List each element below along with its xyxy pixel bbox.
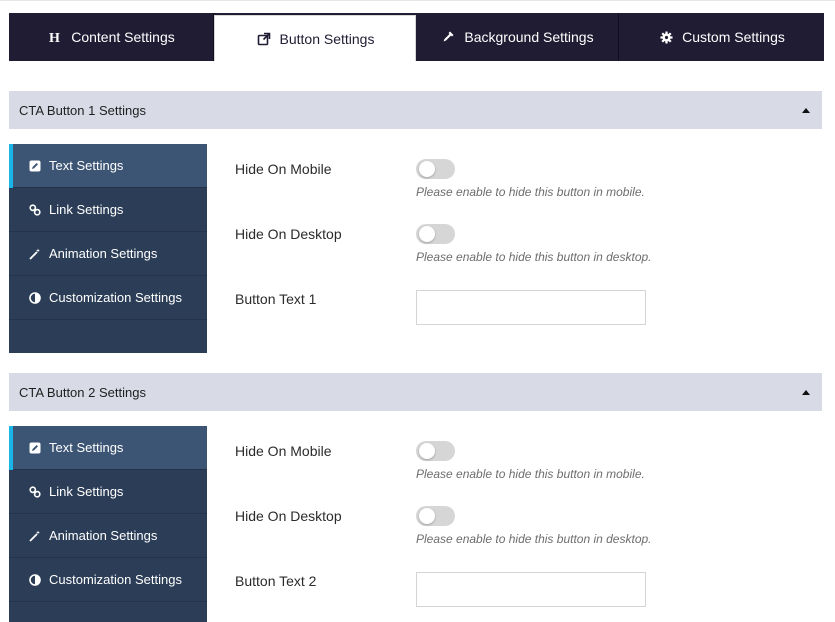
collapse-caret-icon[interactable] [802,107,810,113]
hide-on-desktop-label: Hide On Desktop [235,226,342,242]
tab-label: Content Settings [71,29,175,45]
magic-wand-icon [29,530,41,542]
sidenav-item-label: Link Settings [49,202,124,217]
heading-icon: H [47,29,63,45]
sidenav-filler [9,320,207,353]
hide-on-mobile-label: Hide On Mobile [235,443,332,459]
sidenav-item-animation-settings[interactable]: Animation Settings [9,232,207,276]
top-divider [0,0,835,4]
sidenav: Text Settings Link Settings Animation Se… [9,144,207,353]
section-title: CTA Button 2 Settings [19,384,146,400]
toggle-knob [419,443,435,459]
sidenav-item-label: Animation Settings [49,528,158,543]
sidenav-item-text-settings[interactable]: Text Settings [9,426,207,470]
cta-button-2-panel: Text Settings Link Settings Animation Se… [9,426,822,622]
cta-button-2-header[interactable]: CTA Button 2 Settings [9,373,822,411]
button-text-label: Button Text 1 [235,291,317,307]
hide-on-desktop-hint: Please enable to hide this button in des… [416,250,652,264]
tab-content-settings[interactable]: H Content Settings [9,13,214,61]
sidenav-item-label: Animation Settings [49,246,158,261]
tab-background-settings[interactable]: Background Settings [416,13,619,61]
sidenav-item-label: Text Settings [49,158,124,173]
hide-on-mobile-label: Hide On Mobile [235,161,332,177]
tab-label: Background Settings [464,29,594,45]
button-text-input[interactable] [416,290,646,325]
hide-on-mobile-toggle[interactable] [416,441,455,461]
sidenav-item-animation-settings[interactable]: Animation Settings [9,514,207,558]
contrast-icon [29,291,41,304]
sidenav: Text Settings Link Settings Animation Se… [9,426,207,622]
link-icon [29,485,41,498]
section-title: CTA Button 1 Settings [19,102,146,118]
sidenav-item-customization-settings[interactable]: Customization Settings [9,558,207,602]
toggle-knob [419,226,435,242]
hide-on-mobile-hint: Please enable to hide this button in mob… [416,185,645,199]
external-link-icon [256,31,272,47]
button-text-label: Button Text 2 [235,573,317,589]
hide-on-desktop-toggle[interactable] [416,506,455,526]
edit-icon [29,442,41,454]
sidenav-item-text-settings[interactable]: Text Settings [9,144,207,188]
cta-button-1-panel: Text Settings Link Settings Animation Se… [9,144,822,353]
sidenav-item-customization-settings[interactable]: Customization Settings [9,276,207,320]
hide-on-mobile-toggle[interactable] [416,159,455,179]
magic-wand-icon [29,248,41,260]
toggle-knob [419,508,435,524]
edit-icon [29,160,41,172]
tab-button-settings[interactable]: Button Settings [214,15,416,61]
link-icon [29,203,41,216]
sidenav-item-label: Customization Settings [49,572,182,587]
sidenav-filler [9,602,207,622]
hide-on-desktop-label: Hide On Desktop [235,508,342,524]
contrast-icon [29,573,41,586]
sidenav-item-label: Text Settings [49,440,124,455]
tab-custom-settings[interactable]: Custom Settings [619,13,824,61]
sidenav-item-label: Link Settings [49,484,124,499]
tab-label: Button Settings [279,30,375,47]
collapse-caret-icon[interactable] [802,389,810,395]
gear-icon [658,29,674,45]
toggle-knob [419,161,435,177]
svg-text:H: H [49,31,60,44]
sidenav-item-link-settings[interactable]: Link Settings [9,188,207,232]
tab-label: Custom Settings [682,29,785,45]
hide-on-desktop-hint: Please enable to hide this button in des… [416,532,652,546]
cta-button-1-header[interactable]: CTA Button 1 Settings [9,91,822,129]
button-text-input[interactable] [416,572,646,607]
hide-on-desktop-toggle[interactable] [416,224,455,244]
eyedropper-icon [440,29,456,45]
settings-tabs: H Content Settings Button Settings Backg… [9,13,824,61]
sidenav-item-label: Customization Settings [49,290,182,305]
hide-on-mobile-hint: Please enable to hide this button in mob… [416,467,645,481]
sidenav-item-link-settings[interactable]: Link Settings [9,470,207,514]
